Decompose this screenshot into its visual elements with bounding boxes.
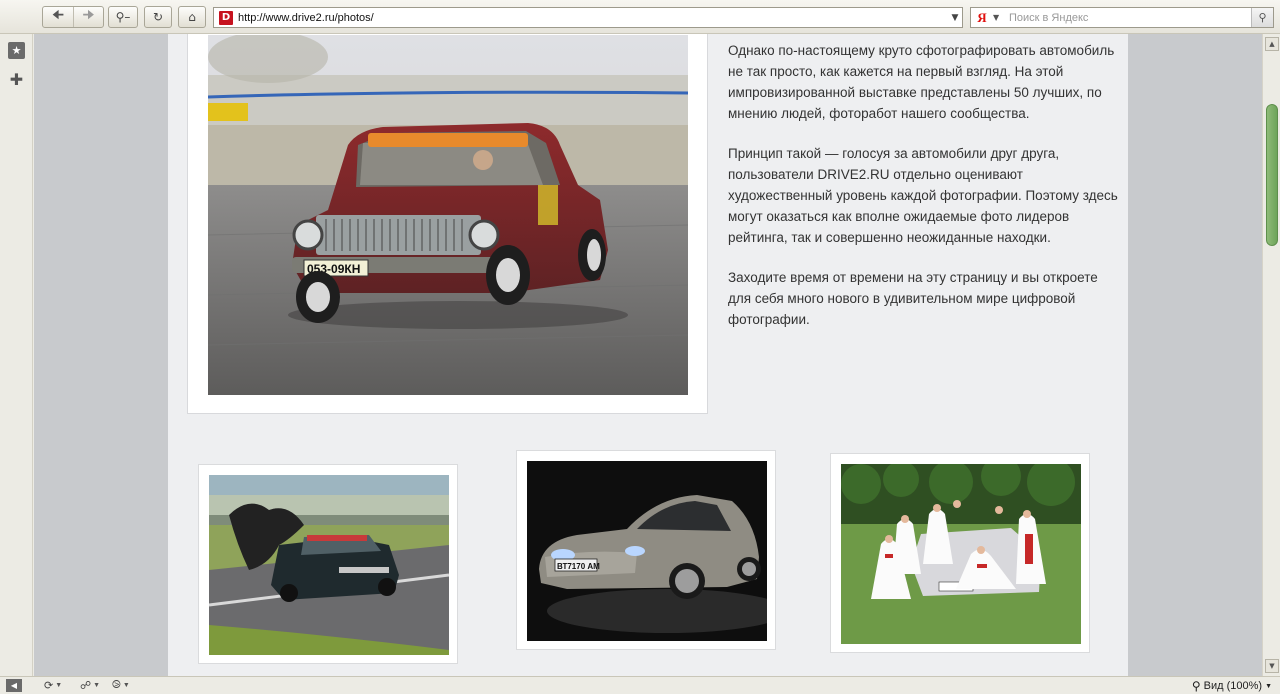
key-icon[interactable]: ⚲– (108, 6, 138, 28)
zoom-dropdown-icon[interactable]: ▼ (1265, 683, 1272, 690)
nav-back-forward: 🠈 🠊 (42, 6, 104, 28)
photo-thumbnail[interactable] (198, 464, 458, 664)
article-paragraph-2: Принцип такой — голосуя за автомобили др… (728, 146, 1118, 245)
network-icon[interactable]: ☍ ▼ (80, 679, 100, 692)
featured-photo[interactable]: 053-09КН (208, 35, 688, 395)
panel-toggle-icon[interactable]: ◀ (6, 679, 22, 692)
sync-icon[interactable]: ⟳ ▼ (44, 679, 62, 692)
vertical-scrollbar[interactable]: ▲ ▼ (1262, 34, 1280, 676)
article-paragraph-3: Заходите время от времени на эту страниц… (728, 270, 1098, 327)
thumbnail-image-brides-car[interactable] (841, 464, 1081, 644)
home-icon[interactable]: ⌂ (178, 6, 206, 28)
photo-thumbnail[interactable]: ВТ7170 АМ (516, 450, 776, 650)
back-icon[interactable]: 🠈 (43, 7, 73, 27)
magnifier-icon: ⚲ (1191, 679, 1201, 693)
status-bar: ◀ ⟳ ▼ ☍ ▼ ⧁ ▼ ⚲ Вид (100%) ▼ (0, 676, 1280, 694)
address-url[interactable]: http://www.drive2.ru/photos/ (238, 12, 948, 24)
address-bar[interactable]: D http://www.drive2.ru/photos/ ▼ (213, 7, 963, 28)
add-panel-icon[interactable]: ✚ (8, 70, 25, 89)
thumb-2-plate: ВТ7170 АМ (557, 562, 600, 571)
photo-thumbnail[interactable] (830, 453, 1090, 653)
zoom-label: Вид (100%) (1203, 680, 1263, 692)
page-content: 053-09КН Однако по-настоящему круто сфот… (168, 34, 1128, 676)
page-viewport: 053-09КН Однако по-настоящему круто сфот… (34, 34, 1262, 676)
scroll-thumb[interactable] (1266, 104, 1278, 246)
zoom-control[interactable]: ⚲ Вид (100%) ▼ (1192, 679, 1272, 693)
yandex-icon[interactable]: Я (971, 10, 993, 26)
address-dropdown-icon[interactable]: ▼ (948, 13, 962, 23)
browser-toolbar: 🠈 🠊 ⚲– ↻ ⌂ D http://www.drive2.ru/photos… (0, 0, 1280, 34)
search-go-icon[interactable]: ⚲ (1251, 8, 1273, 27)
search-input[interactable]: Поиск в Яндекс (1005, 12, 1251, 24)
article-text: Однако по-настоящему круто сфотографиров… (728, 40, 1118, 330)
forward-icon[interactable]: 🠊 (73, 7, 103, 27)
scroll-up-icon[interactable]: ▲ (1265, 37, 1279, 51)
browser-sidebar: ★ ✚ (0, 34, 33, 676)
bookmarks-star-icon[interactable]: ★ (8, 42, 25, 59)
scroll-down-icon[interactable]: ▼ (1265, 659, 1279, 673)
thumbnail-image-sedan-night[interactable]: ВТ7170 АМ (527, 461, 767, 641)
site-favicon: D (219, 10, 233, 25)
thumbnail-image-drift-car[interactable] (209, 475, 449, 655)
article-paragraph-1: Однако по-настоящему круто сфотографиров… (728, 43, 1115, 121)
compass-icon[interactable]: ⧁ ▼ (112, 679, 130, 692)
featured-photo-frame: 053-09КН (187, 34, 708, 414)
search-engine-dropdown-icon[interactable]: ▼ (993, 13, 1005, 22)
search-box[interactable]: Я ▼ Поиск в Яндекс ⚲ (970, 7, 1274, 28)
reload-icon[interactable]: ↻ (144, 6, 172, 28)
